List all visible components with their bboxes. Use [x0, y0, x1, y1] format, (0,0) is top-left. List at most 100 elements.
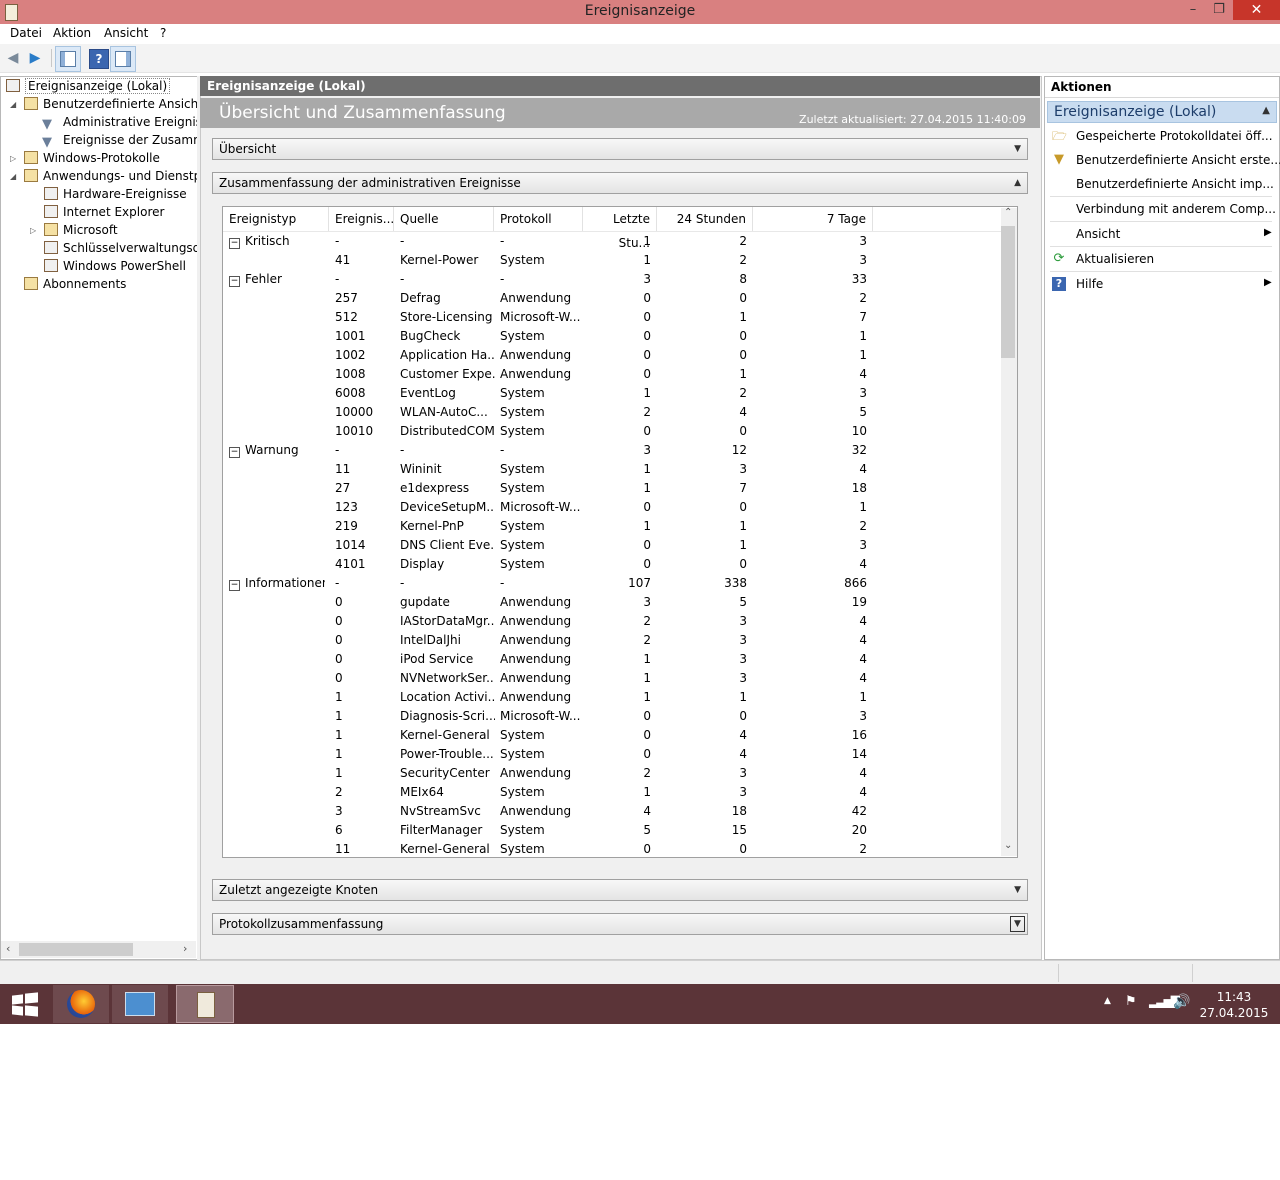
tree-item-hardware-events[interactable]: Hardware-Ereignisse — [44, 185, 187, 203]
menu-aktion[interactable]: Aktion — [53, 26, 91, 40]
table-row[interactable]: 27 e1dexpress System 1 7 18 — [223, 479, 1003, 498]
chevron-up-icon[interactable]: ▲ — [1014, 173, 1021, 193]
table-row[interactable]: 11 Wininit System 1 3 4 — [223, 460, 1003, 479]
table-row[interactable]: 1 Kernel-General System 0 4 16 — [223, 726, 1003, 745]
collapsed-arrow-icon[interactable]: ▷ — [30, 226, 36, 235]
show-hidden-icons-icon[interactable]: ▲ — [1104, 996, 1111, 1006]
table-row[interactable]: 3 NvStreamSvc Anwendung 4 18 42 — [223, 802, 1003, 821]
table-row[interactable]: 0 NVNetworkSer... Anwendung 1 3 4 — [223, 669, 1003, 688]
table-row[interactable]: − Informationen - - -107 338 866 — [223, 574, 1003, 593]
volume-icon[interactable]: 🔊 — [1173, 994, 1190, 1010]
collapse-toggle-icon[interactable]: − — [229, 580, 240, 591]
table-row[interactable]: 1 Diagnosis-Scri... Microsoft-W... 0 0 3 — [223, 707, 1003, 726]
show-hide-actions-button[interactable] — [110, 46, 136, 72]
restore-button[interactable]: ❐ — [1206, 0, 1232, 20]
column-header-source[interactable]: Quelle — [394, 207, 494, 231]
scroll-down-icon[interactable]: ⌄ — [1004, 840, 1012, 851]
action-refresh[interactable]: Aktualisieren — [1076, 250, 1154, 268]
windows-start-icon[interactable] — [12, 992, 38, 1017]
table-row[interactable]: 4101 Display System 0 0 4 — [223, 555, 1003, 574]
column-header-log[interactable]: Protokoll — [494, 207, 583, 231]
table-row[interactable]: − Warnung - - -3 12 32 — [223, 441, 1003, 460]
action-open-saved-log[interactable]: Gespeicherte Protokolldatei öff... — [1076, 127, 1273, 145]
table-row[interactable]: 0 IntelDalJhi Anwendung 2 3 4 — [223, 631, 1003, 650]
scroll-up-icon[interactable]: ⌃ — [1004, 207, 1012, 218]
minimize-button[interactable]: – — [1180, 0, 1206, 20]
collapse-toggle-icon[interactable]: − — [229, 276, 240, 287]
tree-item-microsoft[interactable]: Microsoft — [44, 221, 118, 239]
column-header-event-id[interactable]: Ereignis... — [329, 207, 394, 231]
table-row[interactable]: 1 Power-Trouble... System 0 4 14 — [223, 745, 1003, 764]
clock[interactable]: 11:43 27.04.2015 — [1196, 989, 1272, 1021]
tree-item-subscriptions[interactable]: Abonnements — [24, 275, 126, 293]
section-summary[interactable]: Zusammenfassung der administrativen Erei… — [212, 172, 1028, 194]
table-row[interactable]: 10010 DistributedCOM System 0 0 10 — [223, 422, 1003, 441]
collapsed-arrow-icon[interactable]: ▷ — [10, 154, 16, 163]
section-recent-nodes[interactable]: Zuletzt angezeigte Knoten ▼ — [212, 879, 1028, 901]
tree-item-custom-views[interactable]: Benutzerdefinierte Ansichten — [24, 95, 218, 113]
scroll-right-icon[interactable]: › — [183, 942, 187, 955]
forward-arrow-icon[interactable]: ▶ — [25, 48, 45, 68]
action-import-custom-view[interactable]: Benutzerdefinierte Ansicht imp... — [1076, 175, 1274, 193]
scrollbar-thumb[interactable] — [19, 943, 133, 956]
table-row[interactable]: 512 Store-Licensing Microsoft-W... 0 1 7 — [223, 308, 1003, 327]
menu-ansicht[interactable]: Ansicht — [104, 26, 148, 40]
table-row[interactable]: 123 DeviceSetupM... Microsoft-W... 0 0 1 — [223, 498, 1003, 517]
chevron-down-icon[interactable]: ▼ — [1014, 139, 1021, 159]
event-viewer-taskbar-button[interactable] — [176, 985, 234, 1023]
action-center-flag-icon[interactable]: ⚑ — [1125, 994, 1137, 1009]
table-row[interactable]: 1008 Customer Expe... Anwendung 0 1 4 — [223, 365, 1003, 384]
table-row[interactable]: 0 iPod Service Anwendung 1 3 4 — [223, 650, 1003, 669]
table-row[interactable]: 1 Location Activi... Anwendung 1 1 1 — [223, 688, 1003, 707]
table-row[interactable]: 1 SecurityCenter Anwendung 2 3 4 — [223, 764, 1003, 783]
collapse-toggle-icon[interactable]: − — [229, 447, 240, 458]
action-view[interactable]: Ansicht — [1076, 225, 1120, 243]
table-row[interactable]: 11 Kernel-General System 0 0 2 — [223, 840, 1003, 857]
summary-table[interactable]: Ereignistyp Ereignis... Quelle Protokoll… — [222, 206, 1018, 858]
back-arrow-icon[interactable]: ◀ — [3, 48, 23, 68]
actions-group-header[interactable]: Ereignisanzeige (Lokal) ▲ — [1047, 101, 1277, 123]
table-row[interactable]: 41 Kernel-Power System 1 2 3 — [223, 251, 1003, 270]
collapse-toggle-icon[interactable]: − — [229, 238, 240, 249]
table-vertical-scrollbar[interactable]: ⌃ ⌄ — [1001, 207, 1017, 856]
table-row[interactable]: 6 FilterManager System 5 15 20 — [223, 821, 1003, 840]
table-row[interactable]: 1001 BugCheck System 0 0 1 — [223, 327, 1003, 346]
collapse-up-icon[interactable]: ▲ — [1262, 105, 1270, 116]
menu-help[interactable]: ? — [160, 26, 166, 40]
show-hide-tree-button[interactable] — [55, 46, 81, 72]
tree-item-internet-explorer[interactable]: Internet Explorer — [44, 203, 164, 221]
section-overview[interactable]: Übersicht ▼ — [212, 138, 1028, 160]
tree-item-powershell[interactable]: Windows PowerShell — [44, 257, 186, 275]
action-connect-computer[interactable]: Verbindung mit anderem Comp... — [1076, 200, 1276, 218]
column-header-24h[interactable]: 24 Stunden — [657, 207, 753, 231]
table-row[interactable]: 257 Defrag Anwendung 0 0 2 — [223, 289, 1003, 308]
table-row[interactable]: 1002 Application Ha... Anwendung 0 0 1 — [223, 346, 1003, 365]
submenu-arrow-icon[interactable]: ▶ — [1264, 227, 1272, 238]
scrollbar-thumb[interactable] — [1001, 226, 1015, 358]
table-row[interactable]: 6008 EventLog System 1 2 3 — [223, 384, 1003, 403]
firefox-taskbar-button[interactable] — [53, 985, 109, 1023]
column-header-type[interactable]: Ereignistyp — [223, 207, 329, 231]
table-row[interactable]: 219 Kernel-PnP System 1 1 2 — [223, 517, 1003, 536]
tree-item-windows-logs[interactable]: Windows-Protokolle — [24, 149, 160, 167]
table-row[interactable]: − Fehler - - -3 8 33 — [223, 270, 1003, 289]
scroll-left-icon[interactable]: ‹ — [6, 942, 10, 955]
control-panel-taskbar-button[interactable] — [112, 985, 168, 1023]
table-row[interactable]: 1014 DNS Client Eve... System 0 1 3 — [223, 536, 1003, 555]
chevron-down-icon[interactable]: ▼ — [1010, 916, 1025, 932]
section-log-summary[interactable]: Protokollzusammenfassung ▼ — [212, 913, 1028, 935]
help-icon[interactable]: ? — [89, 49, 109, 69]
tree-item-root[interactable]: Ereignisanzeige (Lokal) — [6, 77, 171, 95]
action-create-custom-view[interactable]: Benutzerdefinierte Ansicht erste... — [1076, 151, 1280, 169]
expanded-arrow-icon[interactable]: ◢ — [10, 100, 16, 109]
table-row[interactable]: 0 IAStorDataMgr... Anwendung 2 3 4 — [223, 612, 1003, 631]
column-header-7days[interactable]: 7 Tage — [753, 207, 873, 231]
table-row[interactable]: − Kritisch - - -1 2 3 — [223, 232, 1003, 251]
close-button[interactable]: ✕ — [1233, 0, 1280, 20]
action-help[interactable]: Hilfe — [1076, 275, 1103, 293]
table-row[interactable]: 2 MEIx64 System 1 3 4 — [223, 783, 1003, 802]
column-header-last-hour[interactable]: Letzte Stu... — [583, 207, 657, 250]
tree-horizontal-scrollbar[interactable]: ‹ › — [1, 941, 196, 958]
expanded-arrow-icon[interactable]: ◢ — [10, 172, 16, 181]
tree-item-admin-events[interactable]: ▼ Administrative Ereignisse — [42, 113, 216, 131]
